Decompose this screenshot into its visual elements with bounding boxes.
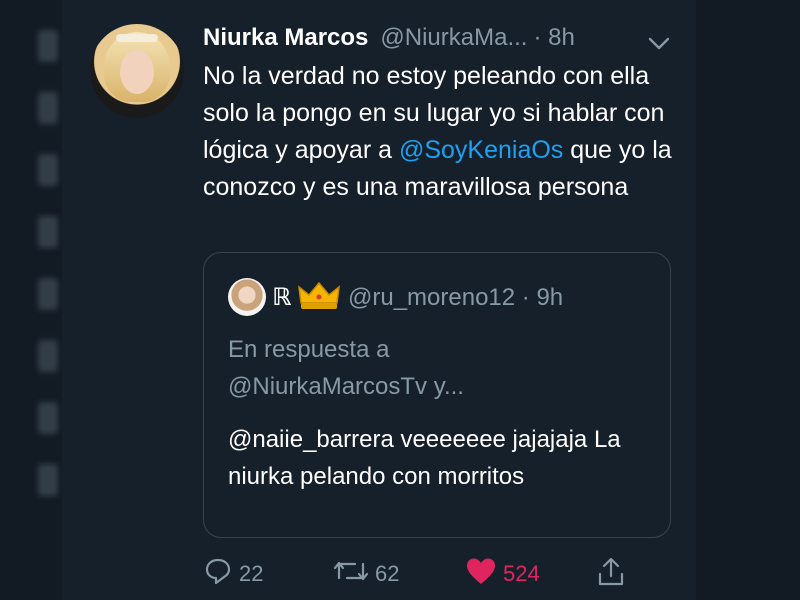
reply-button[interactable]: 22: [203, 556, 263, 592]
blurred-background-left: [0, 0, 62, 600]
share-icon: [595, 556, 627, 594]
author-handle[interactable]: @NiurkaMa...: [380, 24, 527, 52]
like-count: 524: [503, 561, 540, 586]
author-avatar[interactable]: [90, 24, 184, 118]
tweet-actions: 22 62 524: [203, 556, 643, 592]
quoted-author-name: ℝ: [272, 284, 292, 311]
reply-count: 22: [239, 561, 264, 586]
tweet-card[interactable]: Niurka Marcos @NiurkaMa... · 8h No la ve…: [62, 0, 696, 600]
share-button[interactable]: [595, 556, 627, 594]
like-button[interactable]: 524: [465, 556, 540, 592]
retweet-count: 62: [375, 561, 400, 586]
author-display-name[interactable]: Niurka Marcos: [203, 24, 368, 52]
tweet-mention-link[interactable]: @SoyKeniaOs: [399, 136, 563, 164]
crown-icon: [297, 281, 341, 316]
quoted-tweet[interactable]: ℝ @ru_moreno12 · 9h En respuesta a @Niur…: [203, 252, 671, 538]
tweet-time[interactable]: · 8h: [533, 24, 574, 52]
blurred-background-right: [696, 0, 800, 600]
quoted-author-avatar: [228, 278, 266, 316]
tweet-text: No la verdad no estoy peleando con ella …: [203, 58, 673, 206]
reply-context-handles[interactable]: @NiurkaMarcosTv y...: [228, 368, 464, 405]
retweet-button[interactable]: 62: [333, 556, 399, 592]
reply-context-label: En respuesta a: [228, 336, 390, 363]
quoted-handle-time: @ru_moreno12 · 9h: [348, 284, 564, 311]
chevron-down-icon[interactable]: [648, 30, 670, 58]
quoted-text: @naiie_barrera veeeeeee jajajaja La niur…: [228, 426, 621, 490]
reply-context: En respuesta a @NiurkaMarcosTv y...: [228, 331, 464, 405]
reply-icon: [203, 556, 233, 592]
retweet-icon: [333, 556, 369, 592]
heart-icon: [465, 556, 497, 592]
tweet-header: Niurka Marcos @NiurkaMa... · 8h: [203, 20, 676, 56]
blurred-avatars: [38, 30, 58, 526]
